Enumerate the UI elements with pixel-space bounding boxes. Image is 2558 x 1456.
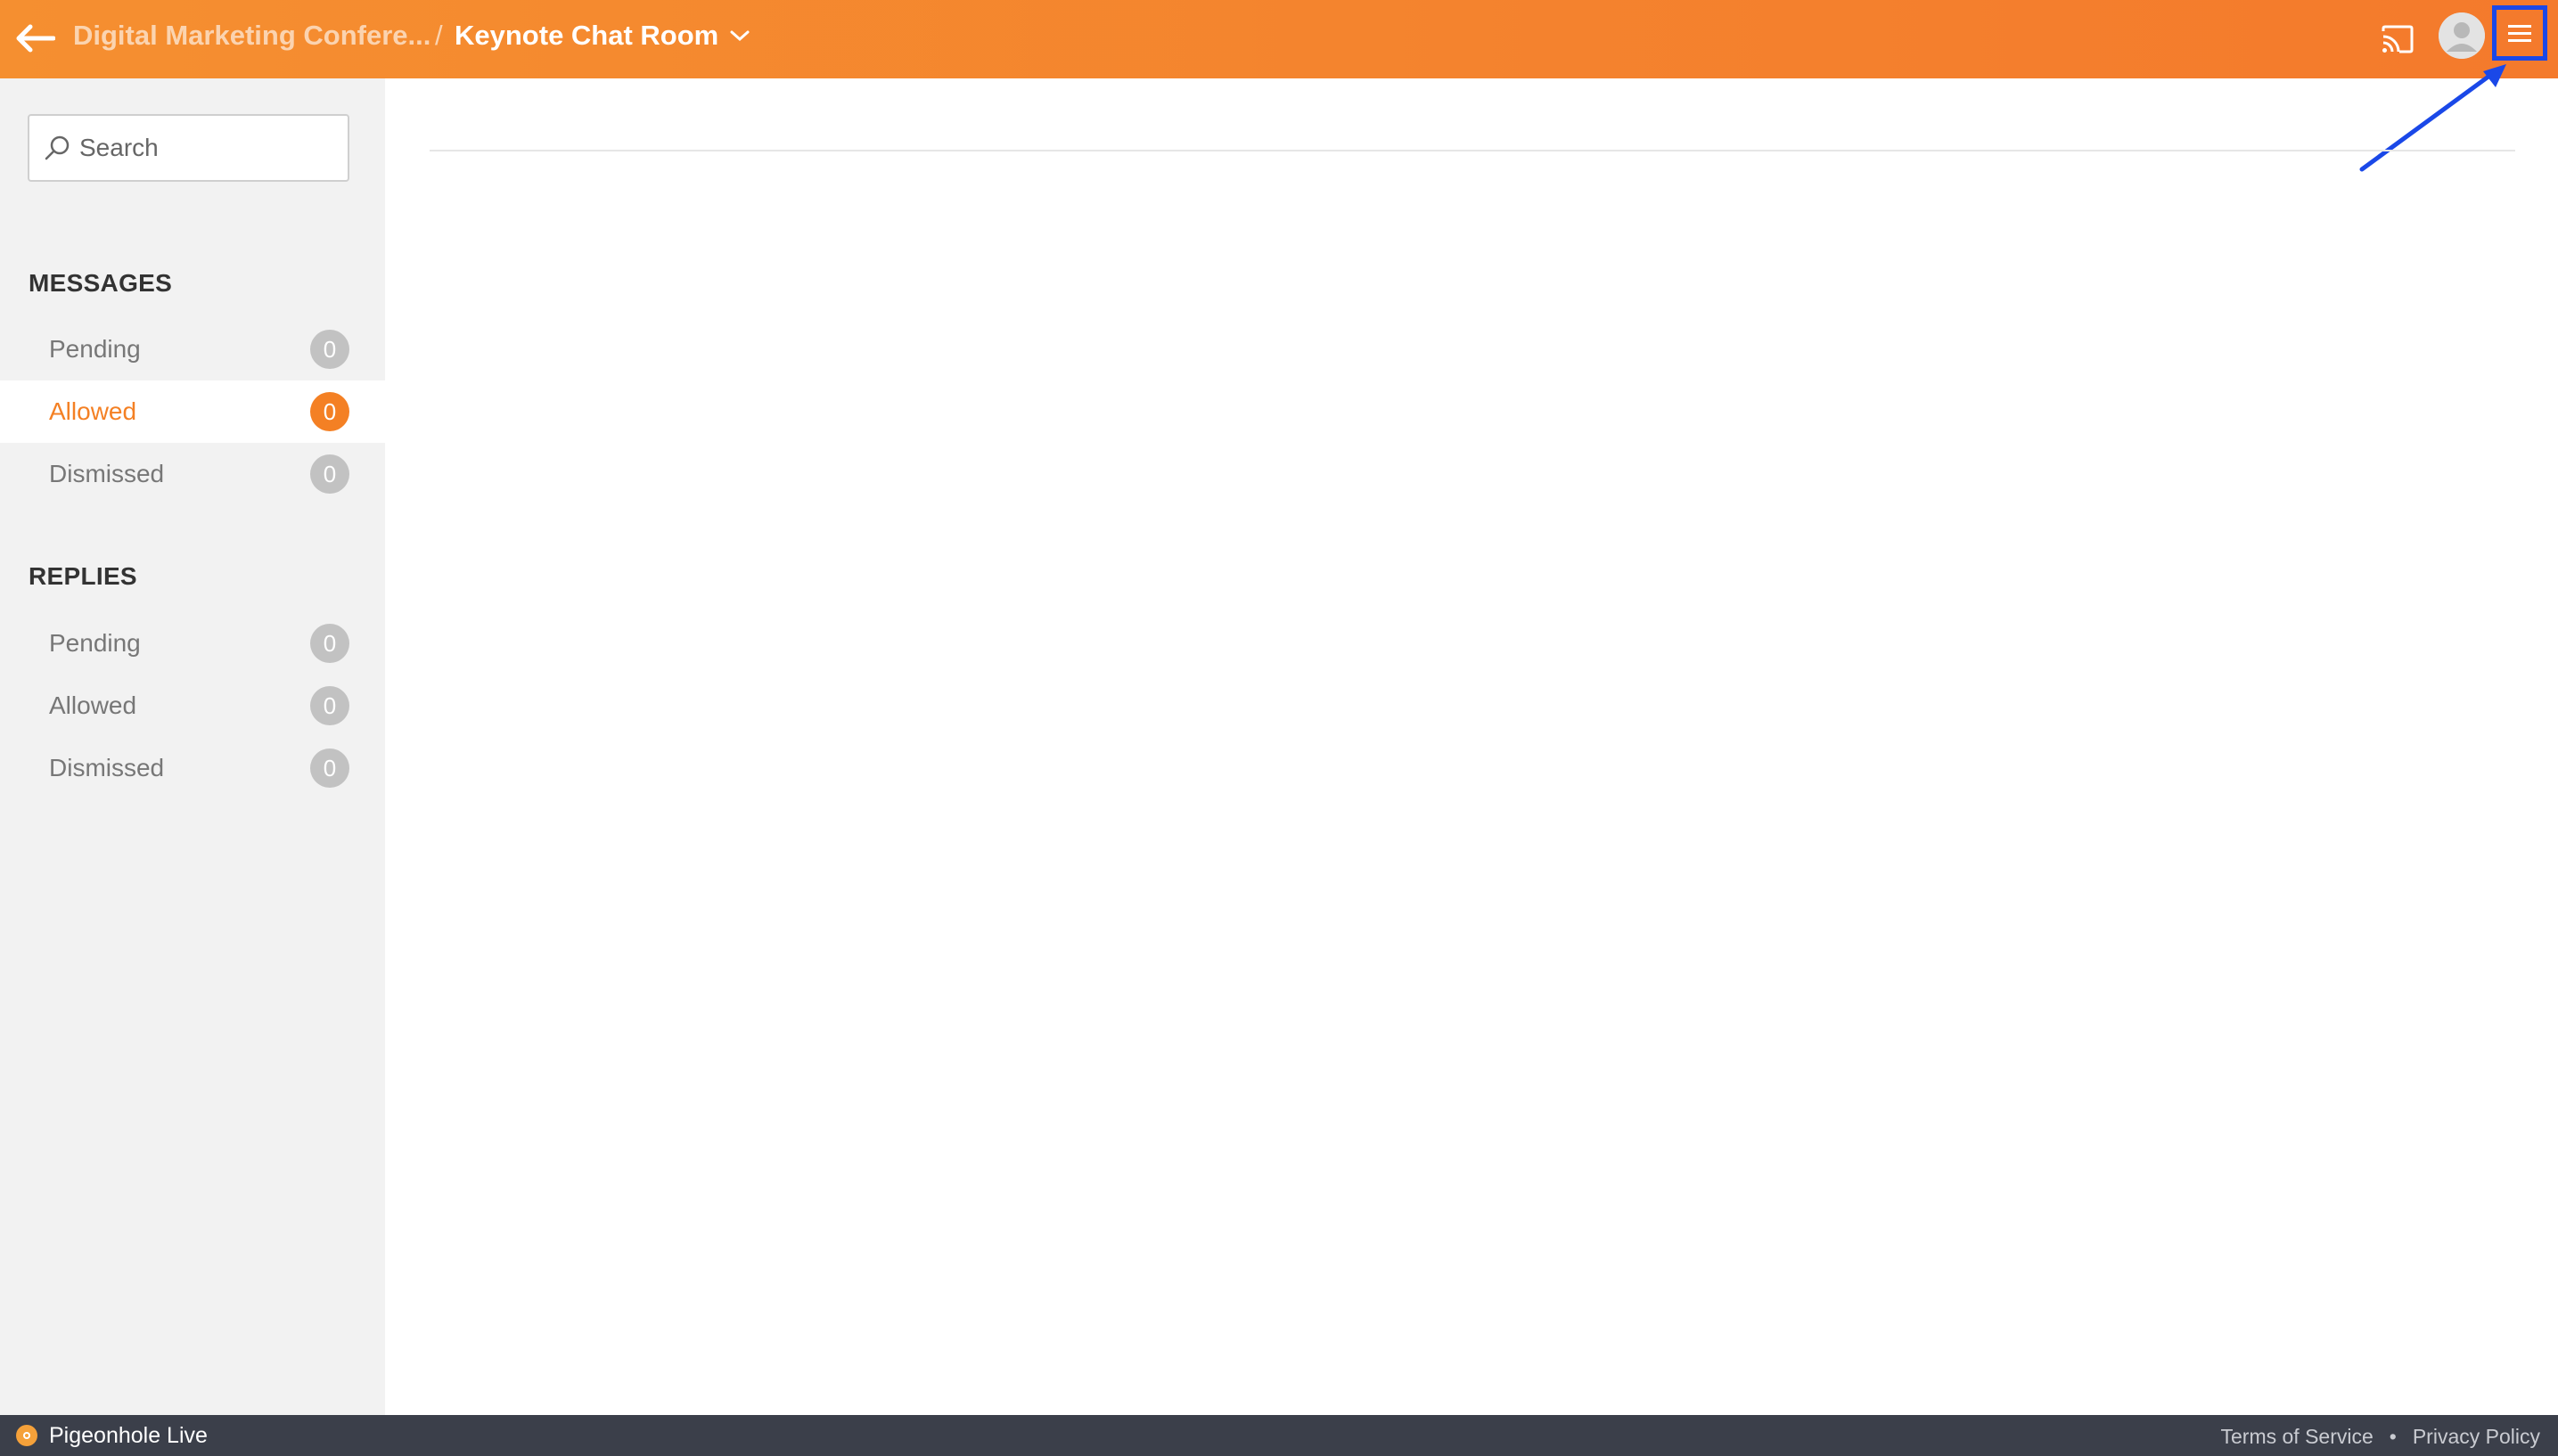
count-badge: 0 bbox=[310, 392, 349, 431]
content-divider bbox=[430, 150, 2515, 151]
footer-dot-separator: • bbox=[2389, 1425, 2397, 1448]
count-badge: 0 bbox=[310, 330, 349, 369]
nav-item-label: Allowed bbox=[49, 691, 137, 719]
count-badge: 0 bbox=[310, 686, 349, 725]
replies-pending-item[interactable]: Pending 0 bbox=[0, 612, 385, 675]
messages-dismissed-item[interactable]: Dismissed 0 bbox=[0, 443, 385, 505]
hamburger-menu-icon bbox=[2508, 25, 2531, 42]
chevron-down-icon bbox=[729, 29, 750, 43]
avatar-icon bbox=[2439, 12, 2485, 59]
cast-icon bbox=[2382, 25, 2414, 53]
pigeonhole-logo-icon[interactable] bbox=[16, 1425, 37, 1446]
room-title: Keynote Chat Room bbox=[455, 20, 719, 51]
search-icon bbox=[45, 135, 70, 160]
nav-item-label: Dismissed bbox=[49, 754, 165, 781]
menu-button[interactable] bbox=[2492, 5, 2547, 61]
count-badge: 0 bbox=[310, 624, 349, 663]
search-box[interactable] bbox=[28, 114, 349, 182]
nav-item-label: Dismissed bbox=[49, 460, 165, 487]
privacy-link[interactable]: Privacy Policy bbox=[2413, 1425, 2540, 1449]
room-selector[interactable]: Keynote Chat Room bbox=[455, 20, 750, 52]
nav-item-label: Pending bbox=[49, 629, 141, 657]
replies-allowed-item[interactable]: Allowed 0 bbox=[0, 675, 385, 737]
replies-section-title: REPLIES bbox=[29, 562, 137, 590]
sidebar: MESSAGES Pending 0 Allowed 0 Dismissed 0… bbox=[0, 78, 385, 1415]
user-avatar-button[interactable] bbox=[2439, 12, 2485, 59]
messages-allowed-item[interactable]: Allowed 0 bbox=[0, 380, 385, 443]
messages-section-title: MESSAGES bbox=[29, 269, 173, 297]
count-badge: 0 bbox=[310, 748, 349, 788]
annotation-arrow bbox=[2359, 64, 2506, 172]
back-arrow-icon bbox=[16, 24, 55, 53]
search-input[interactable] bbox=[79, 134, 329, 162]
messages-pending-item[interactable]: Pending 0 bbox=[0, 318, 385, 380]
count-badge: 0 bbox=[310, 454, 349, 494]
terms-link[interactable]: Terms of Service bbox=[2221, 1425, 2374, 1449]
breadcrumb-separator: / bbox=[435, 20, 443, 51]
footer: Pigeonhole Live Terms of Service • Priva… bbox=[0, 1415, 2558, 1456]
back-button[interactable] bbox=[12, 18, 57, 59]
footer-brand-link[interactable]: Pigeonhole Live bbox=[49, 1423, 208, 1449]
top-bar: Digital Marketing Confere... / Keynote C… bbox=[0, 0, 2558, 78]
footer-links: Terms of Service • Privacy Policy bbox=[2221, 1425, 2540, 1449]
breadcrumb-parent[interactable]: Digital Marketing Confere... bbox=[73, 20, 430, 52]
replies-dismissed-item[interactable]: Dismissed 0 bbox=[0, 737, 385, 799]
nav-item-label: Allowed bbox=[49, 397, 137, 425]
nav-item-label: Pending bbox=[49, 335, 141, 363]
